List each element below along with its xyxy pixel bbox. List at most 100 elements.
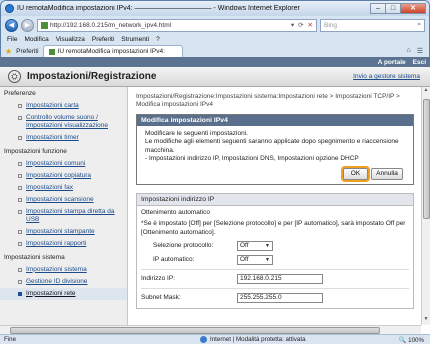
favorites-button[interactable]: Preferiti (16, 48, 38, 55)
sidebar-item-label: Impostazioni rete (26, 289, 76, 297)
menu-file[interactable]: File (7, 36, 17, 43)
bullet-icon (18, 136, 22, 141)
sidebar-item-paper[interactable]: Impostazioni carta (0, 100, 127, 112)
sidebar-item-timer[interactable]: Impostazioni timer (0, 132, 127, 144)
bullet-icon (18, 173, 22, 178)
cancel-button[interactable]: Annulla (371, 167, 403, 180)
menu-modifica[interactable]: Modifica (24, 36, 48, 43)
favorites-star-icon[interactable]: ★ (5, 47, 12, 56)
vertical-scrollbar[interactable]: ▲ ▼ (421, 87, 430, 325)
auto-obtain-note: *Se è impostato [Off] per [Selezione pro… (141, 220, 406, 236)
menu-help[interactable]: ? (156, 36, 160, 43)
dialog-line-2: Le modifiche agli elementi seguenti sara… (145, 138, 399, 154)
tab-title: IU remotaModifica impostazioni IPv4: (57, 48, 165, 55)
menu-preferiti[interactable]: Preferiti (92, 36, 114, 43)
close-button[interactable]: ✕ (400, 2, 426, 14)
sidebar-heading: Impostazioni sistema (4, 253, 65, 261)
dropdown-arrow-icon[interactable]: ▾ (291, 21, 294, 29)
feeds-icon[interactable]: ☰ (417, 47, 423, 55)
sidebar-heading: Preferenze (4, 90, 36, 97)
breadcrumb: Impostazioni/Registrazione:Impostazioni … (136, 93, 400, 109)
sidebar-item-label: Impostazioni stampa diretta da USB (26, 208, 115, 224)
zoom-value: 100% (408, 336, 424, 344)
h-scroll-thumb[interactable] (10, 327, 380, 334)
auto-ip-select[interactable]: Off ▼ (237, 254, 273, 265)
auto-ip-label: IP automatico: (153, 255, 195, 263)
search-input[interactable]: Bing ⌕ (320, 18, 425, 32)
bullet-icon (18, 104, 22, 108)
bullet-icon (18, 242, 22, 247)
maximize-button[interactable]: □ (385, 2, 401, 14)
sidebar-item-common[interactable]: Impostazioni comuni (0, 158, 127, 170)
globe-icon (200, 336, 207, 343)
protocol-label: Selezione protocollo: (153, 241, 214, 249)
sidebar-item-system[interactable]: Impostazioni sistema (0, 264, 127, 276)
url-field[interactable]: http://192.168.0.215/m_network_ipv4.html… (37, 18, 317, 32)
dialog-message: Modificare le seguenti impostazioni. Le … (137, 126, 413, 166)
bullet-icon (18, 210, 22, 214)
search-placeholder: Bing (324, 21, 338, 29)
minimize-button[interactable]: – (370, 2, 386, 14)
page-header: ⛭ Impostazioni/Registrazione Invio a ges… (0, 67, 430, 87)
scroll-down-icon[interactable]: ▼ (422, 316, 430, 325)
sidebar-item-copy[interactable]: Impostazioni copiatura (0, 170, 127, 182)
settings-icon: ⛭ (8, 70, 21, 83)
page-icon (41, 21, 48, 29)
sidebar-item-division-id[interactable]: Gestione ID divisione (0, 276, 127, 288)
subnet-mask-field[interactable]: 255.255.255.0 (237, 292, 323, 303)
forward-button[interactable]: ▶ (21, 18, 34, 32)
sidebar-item-label: Impostazioni copiatura (26, 171, 92, 179)
status-text: Fine (4, 336, 17, 343)
menu-strumenti[interactable]: Strumenti (121, 36, 149, 43)
menu-visualizza[interactable]: Visualizza (56, 36, 85, 43)
goto-admin-link[interactable]: Invio a gestore sistema (353, 73, 420, 80)
protocol-row: Selezione protocollo: Off ▼ (141, 239, 409, 253)
scroll-thumb[interactable] (423, 99, 430, 219)
sidebar-item-label: Impostazioni scansione (26, 195, 94, 203)
portal-link[interactable]: A portale (378, 59, 406, 66)
sidebar-item-label: Impostazioni fax (26, 183, 73, 191)
sidebar-item-label: Impostazioni carta (26, 102, 79, 109)
sidebar-item-usb-print[interactable]: Impostazioni stampa diretta da USB (0, 206, 127, 226)
bullet-icon (18, 185, 22, 190)
horizontal-scrollbar[interactable] (0, 325, 421, 334)
stop-icon[interactable]: ✕ (308, 21, 313, 29)
search-icon[interactable]: ⌕ (417, 21, 421, 29)
bullet-icon (18, 116, 22, 121)
bullet-icon (18, 291, 22, 296)
bullet-icon (18, 279, 22, 284)
refresh-icon[interactable]: ⟳ (298, 21, 303, 29)
ok-button[interactable]: OK (343, 167, 368, 180)
mask-row: Subnet Mask: 255.255.255.0 (141, 291, 409, 305)
ip-row: Indirizzo IP: 192.168.0.215 (141, 272, 409, 286)
sidebar-item-reports[interactable]: Impostazioni rapporti (0, 238, 127, 250)
menu-bar: File Modifica Visualizza Preferiti Strum… (1, 34, 429, 45)
bullet-icon (18, 230, 22, 235)
browser-tab[interactable]: IU remotaModifica impostazioni IPv4: (42, 45, 183, 57)
auto-ip-row: IP automatico: Off ▼ (141, 253, 409, 267)
home-icon[interactable]: ⌂ (406, 47, 410, 55)
ip-label: Indirizzo IP: (141, 274, 175, 282)
main-panel: Impostazioni/Registrazione:Impostazioni … (134, 87, 416, 325)
back-button[interactable]: ◀ (5, 18, 18, 32)
sidebar-item-volume[interactable]: Controllo volume suono / Impostazioni vi… (0, 112, 127, 132)
protocol-select[interactable]: Off ▼ (237, 240, 273, 251)
address-bar: ◀ ▶ http://192.168.0.215/m_network_ipv4.… (1, 16, 429, 34)
sidebar-item-label: Impostazioni rapporti (26, 240, 87, 248)
sidebar-item-scan[interactable]: Impostazioni scansione (0, 194, 127, 206)
ip-address-field[interactable]: 192.168.0.215 (237, 273, 323, 284)
zoom-level[interactable]: 🔍 100% (399, 336, 424, 344)
sidebar-item-printer[interactable]: Impostazioni stampante (0, 226, 127, 238)
protocol-value: Off (240, 241, 249, 249)
sidebar-item-network[interactable]: Impostazioni rete (0, 287, 127, 300)
bullet-icon (18, 267, 22, 272)
scroll-up-icon[interactable]: ▲ (422, 87, 430, 96)
sidebar-item-label: Impostazioni stampante (26, 228, 95, 236)
sidebar-item-fax[interactable]: Impostazioni fax (0, 182, 127, 194)
sidebar-heading: Impostazioni funzione (4, 147, 67, 155)
status-bar: Fine Internet | Modalità protetta: attiv… (0, 334, 430, 344)
bullet-icon (18, 161, 22, 166)
exit-link[interactable]: Esci (413, 59, 426, 66)
auto-ip-value: Off (240, 255, 249, 263)
top-strip: A portale Esci (0, 57, 430, 67)
